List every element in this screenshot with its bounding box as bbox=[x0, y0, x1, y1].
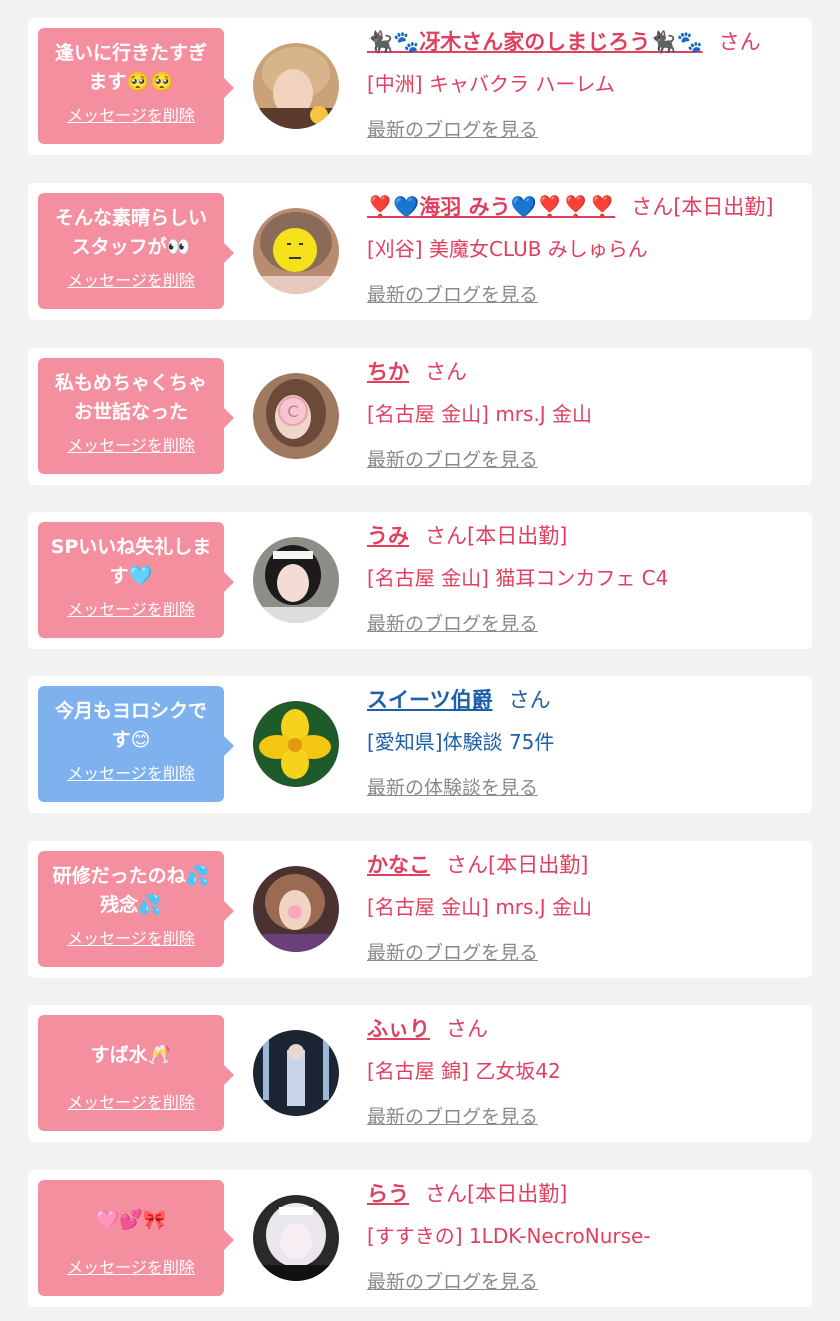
cast-name-link[interactable]: 🐈‍⬛🐾冴木さん家のしまじろう🐈‍⬛🐾 bbox=[367, 30, 703, 54]
cast-name-link[interactable]: ちか bbox=[367, 360, 409, 384]
message-card: 逢いに行きたすぎ ます🥺🥺 メッセージを削除 🐈‍⬛🐾冴木さん家のしまじろう🐈‍… bbox=[28, 18, 812, 155]
latest-review-link[interactable]: 最新の体験談を見る bbox=[367, 773, 538, 800]
name-line: ❣️💙海羽 みう💙❣️❣️❣️ さん[本日出勤] bbox=[367, 191, 802, 225]
latest-blog-link[interactable]: 最新のブログを見る bbox=[367, 609, 538, 636]
cast-name-link[interactable]: らう bbox=[367, 1182, 409, 1206]
svg-text:C: C bbox=[287, 402, 298, 421]
delete-message-link[interactable]: メッセージを削除 bbox=[38, 267, 224, 291]
delete-message-link[interactable]: メッセージを削除 bbox=[38, 1089, 224, 1113]
message-card: SPいいね失礼しま す🩵 メッセージを削除 うみ さん[本日出勤] [名古屋 金山… bbox=[28, 512, 812, 649]
message-bubble: 🩷💕🎀 メッセージを削除 bbox=[38, 1180, 234, 1296]
name-line: スイーツ伯爵 さん bbox=[367, 684, 802, 718]
message-bubble: 今月もヨロシクで す😊 メッセージを削除 bbox=[38, 686, 234, 802]
message-card: そんな素晴らしい スタッフが👀 メッセージを削除 ❣️💙海羽 みう💙❣️❣️❣️… bbox=[28, 183, 812, 320]
message-bubble: SPいいね失礼しま す🩵 メッセージを削除 bbox=[38, 522, 234, 638]
shop-info: [名古屋 金山] mrs.J 金山 bbox=[367, 895, 593, 919]
shop-info: [名古屋 金山] mrs.J 金山 bbox=[367, 402, 593, 426]
avatar[interactable] bbox=[253, 701, 339, 787]
latest-blog-link[interactable]: 最新のブログを見る bbox=[367, 938, 538, 965]
shop-info: [名古屋 金山] 猫耳コンカフェ C4 bbox=[367, 566, 669, 590]
name-suffix: さん bbox=[508, 688, 551, 712]
delete-message-link[interactable]: メッセージを削除 bbox=[38, 1254, 224, 1278]
shop-info: [名古屋 錦] 乙女坂42 bbox=[367, 1059, 561, 1083]
delete-message-link[interactable]: メッセージを削除 bbox=[38, 432, 224, 456]
message-bubble: 研修だったのね💦 残念💦 メッセージを削除 bbox=[38, 851, 234, 967]
message-text: SPいいね失礼しま す🩵 bbox=[50, 536, 212, 587]
name-suffix: さん[本日出勤] bbox=[425, 524, 568, 548]
shop-info: [中洲] キャバクラ ハーレム bbox=[367, 72, 615, 96]
message-list: 逢いに行きたすぎ ます🥺🥺 メッセージを削除 🐈‍⬛🐾冴木さん家のしまじろう🐈‍… bbox=[0, 0, 840, 1321]
cast-name-link[interactable]: かなこ bbox=[367, 853, 430, 877]
name-suffix: さん[本日出勤] bbox=[425, 1182, 568, 1206]
name-line: ちか さん bbox=[367, 356, 802, 390]
message-card: 今月もヨロシクで す😊 メッセージを削除 スイーツ伯爵 さん [愛知県]体験談 7… bbox=[28, 676, 812, 813]
name-suffix: さん[本日出勤] bbox=[631, 195, 774, 219]
name-suffix: さん bbox=[446, 1017, 488, 1041]
message-card: 私もめちゃくちゃ お世話なった メッセージを削除 C ちか さん [名古屋 金山]… bbox=[28, 348, 812, 485]
message-text: 🩷💕🎀 bbox=[95, 1208, 167, 1231]
message-text: 私もめちゃくちゃ お世話なった bbox=[54, 372, 207, 423]
name-suffix: さん bbox=[718, 30, 761, 54]
message-bubble: そんな素晴らしい スタッフが👀 メッセージを削除 bbox=[38, 193, 234, 309]
cast-name-link[interactable]: ❣️💙海羽 みう💙❣️❣️❣️ bbox=[367, 195, 615, 219]
avatar[interactable] bbox=[253, 1195, 339, 1281]
latest-blog-link[interactable]: 最新のブログを見る bbox=[367, 445, 538, 472]
shop-info: [すすきの] 1LDK-NecroNurse- bbox=[367, 1224, 651, 1248]
message-card: 🩷💕🎀 メッセージを削除 らう さん[本日出勤] [すすきの] 1LDK-Necr… bbox=[28, 1170, 812, 1307]
reviewer-name-link[interactable]: スイーツ伯爵 bbox=[367, 688, 493, 712]
message-text: 逢いに行きたすぎ ます🥺🥺 bbox=[54, 42, 207, 93]
message-text: そんな素晴らしい スタッフが👀 bbox=[54, 207, 207, 258]
name-line: 🐈‍⬛🐾冴木さん家のしまじろう🐈‍⬛🐾 さん bbox=[367, 26, 802, 60]
name-line: かなこ さん[本日出勤] bbox=[367, 849, 802, 883]
latest-blog-link[interactable]: 最新のブログを見る bbox=[367, 1267, 538, 1294]
message-card: すば水🥂 メッセージを削除 ふぃり さん [名古屋 錦] 乙女坂42 最新のブログ… bbox=[28, 1005, 812, 1142]
delete-message-link[interactable]: メッセージを削除 bbox=[38, 760, 224, 784]
name-line: うみ さん[本日出勤] bbox=[367, 520, 802, 554]
latest-blog-link[interactable]: 最新のブログを見る bbox=[367, 1102, 538, 1129]
message-bubble: 逢いに行きたすぎ ます🥺🥺 メッセージを削除 bbox=[38, 28, 234, 144]
message-text: 研修だったのね💦 残念💦 bbox=[52, 865, 210, 916]
avatar[interactable] bbox=[253, 537, 339, 623]
avatar[interactable] bbox=[253, 208, 339, 294]
message-card: 研修だったのね💦 残念💦 メッセージを削除 かなこ さん[本日出勤] [名古屋 金… bbox=[28, 841, 812, 978]
latest-blog-link[interactable]: 最新のブログを見る bbox=[367, 280, 538, 307]
review-count-info: [愛知県]体験談 75件 bbox=[367, 730, 555, 754]
delete-message-link[interactable]: メッセージを削除 bbox=[38, 596, 224, 620]
latest-blog-link[interactable]: 最新のブログを見る bbox=[367, 115, 538, 142]
avatar[interactable] bbox=[253, 866, 339, 952]
cast-name-link[interactable]: うみ bbox=[367, 524, 409, 548]
name-suffix: さん bbox=[425, 360, 467, 384]
message-bubble: すば水🥂 メッセージを削除 bbox=[38, 1015, 234, 1131]
name-line: ふぃり さん bbox=[367, 1013, 802, 1047]
avatar[interactable] bbox=[253, 43, 339, 129]
name-suffix: さん[本日出勤] bbox=[446, 853, 589, 877]
name-line: らう さん[本日出勤] bbox=[367, 1178, 802, 1212]
message-bubble: 私もめちゃくちゃ お世話なった メッセージを削除 bbox=[38, 358, 234, 474]
cast-name-link[interactable]: ふぃり bbox=[367, 1017, 430, 1041]
avatar[interactable]: C bbox=[253, 373, 339, 459]
shop-info: [刈谷] 美魔女CLUB みしゅらん bbox=[367, 237, 648, 261]
message-text: 今月もヨロシクで す😊 bbox=[54, 700, 207, 751]
message-text: すば水🥂 bbox=[90, 1043, 172, 1066]
delete-message-link[interactable]: メッセージを削除 bbox=[38, 102, 224, 126]
delete-message-link[interactable]: メッセージを削除 bbox=[38, 925, 224, 949]
avatar[interactable] bbox=[253, 1030, 339, 1116]
